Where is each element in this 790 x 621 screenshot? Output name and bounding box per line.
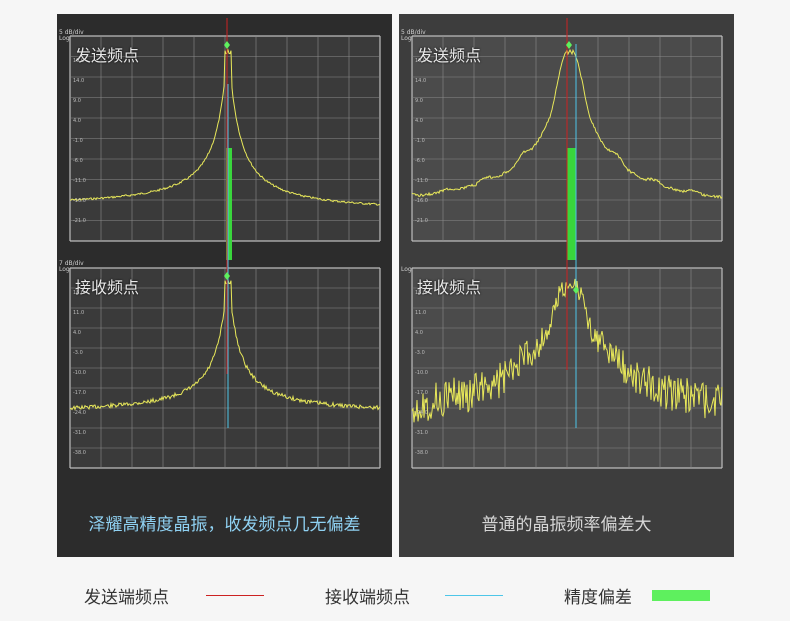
y-tick-label: -17.0 xyxy=(73,390,86,396)
y-tick-label: 9.0 xyxy=(73,98,81,104)
y-tick-label: -10.0 xyxy=(73,370,86,376)
legend-receive-label: 接收端频点 xyxy=(325,588,410,608)
y-tick-label: 14.0 xyxy=(415,78,427,84)
plot-label: 接收频点 xyxy=(75,278,140,297)
y-tick-label: 11.0 xyxy=(73,310,85,316)
legend-transmit-swatch xyxy=(206,595,264,596)
y-tick-label: -11.0 xyxy=(415,178,428,184)
legend-receive-swatch xyxy=(445,595,503,596)
y-tick-label: -10.0 xyxy=(415,370,428,376)
y-tick-label: -38.0 xyxy=(415,450,428,456)
y-tick-label: -3.0 xyxy=(415,350,425,356)
y-tick-label: 9.0 xyxy=(415,98,423,104)
y-tick-label: -16.0 xyxy=(73,198,86,204)
scale-mode-label: Log xyxy=(401,266,412,273)
right-comparison-panel: 发送频点 5 dB/div Log 接收频点 Log 19.0 14.0 9.0 4.… xyxy=(399,14,734,557)
y-tick-label: -38.0 xyxy=(73,450,86,456)
y-tick-label: -24.0 xyxy=(415,410,428,416)
y-tick-label: -16.0 xyxy=(415,198,428,204)
y-tick-label: -1.0 xyxy=(415,138,425,144)
y-tick-label: -6.0 xyxy=(415,158,425,164)
y-tick-label: 4.0 xyxy=(415,118,423,124)
left-caption: 泽耀高精度晶振，收发频点几无偏差 xyxy=(88,515,361,535)
scale-mode-label: Log xyxy=(59,35,70,42)
y-tick-label: -21.0 xyxy=(73,218,86,224)
right-caption: 普通的晶振频率偏差大 xyxy=(481,515,652,535)
y-tick-label: -3.0 xyxy=(73,350,83,356)
y-tick-label: 4.0 xyxy=(73,118,81,124)
y-tick-label: 4.0 xyxy=(415,330,423,336)
left-comparison-panel: 发送频点 5 dB/div Log 接收频点 7 dB/div Log 19.0… xyxy=(57,14,392,557)
y-tick-label: -17.0 xyxy=(415,390,428,396)
y-tick-label: 18.0 xyxy=(415,290,427,296)
legend-deviation-swatch xyxy=(652,590,710,601)
y-tick-label: -31.0 xyxy=(73,430,86,436)
y-tick-label: -6.0 xyxy=(73,158,83,164)
y-tick-label: 11.0 xyxy=(415,310,427,316)
y-tick-label: -1.0 xyxy=(73,138,83,144)
right-spectrum-graphics xyxy=(411,18,723,469)
plot-label: 接收频点 xyxy=(417,278,482,297)
y-tick-label: 19.0 xyxy=(415,58,427,64)
y-tick-label: -24.0 xyxy=(73,410,86,416)
precision-deviation-bar xyxy=(567,148,576,260)
y-tick-label: -31.0 xyxy=(415,430,428,436)
y-tick-label: -11.0 xyxy=(73,178,86,184)
plot-label: 发送频点 xyxy=(417,46,482,65)
legend-transmit-label: 发送端频点 xyxy=(84,588,169,608)
plot-label: 发送频点 xyxy=(75,46,140,65)
y-tick-label: -21.0 xyxy=(415,218,428,224)
y-tick-label: 19.0 xyxy=(73,58,85,64)
scale-mode-label: Log xyxy=(59,266,70,273)
y-tick-label: 14.0 xyxy=(73,78,85,84)
legend-deviation-label: 精度偏差 xyxy=(564,588,632,608)
left-spectrum-graphics xyxy=(69,18,381,469)
y-tick-label: 4.0 xyxy=(73,330,81,336)
y-tick-label: 18.0 xyxy=(73,290,85,296)
scale-mode-label: Log xyxy=(401,35,412,42)
